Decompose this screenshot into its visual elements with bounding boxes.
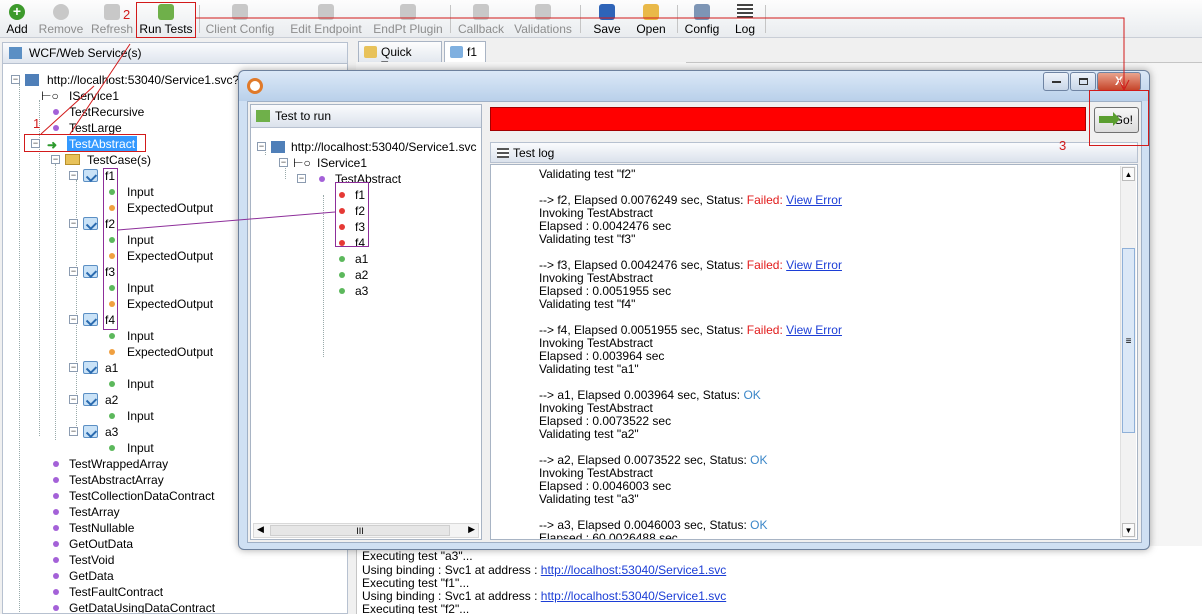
annotation-arrow xyxy=(196,17,1125,88)
annotation-arrow xyxy=(69,43,131,135)
annotation-arrows xyxy=(40,17,1130,231)
annotation-link xyxy=(117,211,336,231)
